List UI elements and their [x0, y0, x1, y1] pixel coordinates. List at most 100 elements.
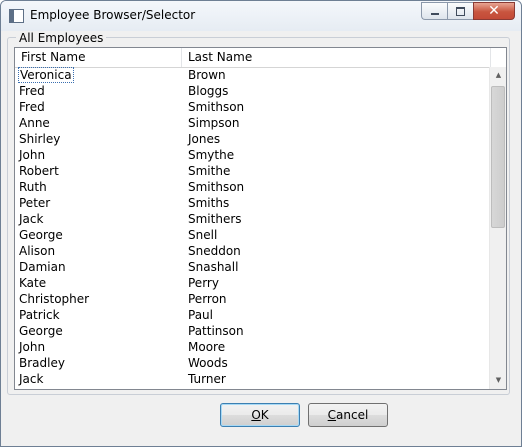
table-row[interactable]: Peter Smiths — [15, 195, 491, 211]
cell-first-name: Peter — [15, 195, 182, 211]
first-name-text: Alison — [19, 244, 56, 258]
cell-first-name: Kate — [15, 275, 182, 291]
cell-last-name: Bloggs — [188, 84, 229, 98]
first-name-text: Anne — [19, 116, 50, 130]
first-name-text: Damian — [19, 260, 66, 274]
table-row[interactable]: Jack Smithers — [15, 211, 491, 227]
table-row[interactable]: George Snell — [15, 227, 491, 243]
table-row[interactable]: George Pattinson — [15, 323, 491, 339]
cell-last-name: Brown — [188, 68, 226, 82]
minimize-button[interactable] — [421, 2, 447, 20]
list-header: First Name Last Name — [15, 48, 506, 68]
first-name-text: George — [19, 228, 63, 242]
table-row[interactable]: John Moore — [15, 339, 491, 355]
minimize-icon — [431, 13, 439, 15]
cell-first-name: Patrick — [15, 307, 182, 323]
cell-last-name: Jones — [188, 132, 221, 146]
table-row[interactable]: Alison Sneddon — [15, 243, 491, 259]
ok-button-mnemonic: O — [251, 408, 261, 422]
cell-first-name: Fred — [15, 99, 182, 115]
title-bar[interactable]: Employee Browser/Selector ✕ — [1, 1, 521, 31]
table-row[interactable]: Fred Bloggs — [15, 83, 491, 99]
vertical-scrollbar[interactable]: ▲ ▼ — [489, 67, 506, 389]
table-row[interactable]: Fred Smithson — [15, 99, 491, 115]
employee-list[interactable]: First Name Last Name Veronica Brown Fred Bl… — [14, 47, 507, 390]
cell-first-name: Jack — [15, 211, 182, 227]
first-name-text: Shirley — [19, 132, 61, 146]
column-header-last-name[interactable]: Last Name — [182, 48, 491, 67]
close-icon: ✕ — [488, 3, 500, 19]
ok-button-rest: K — [260, 408, 269, 422]
cell-last-name: Moore — [188, 340, 226, 354]
cell-last-name: Snashall — [188, 260, 239, 274]
cell-first-name: Fred — [15, 83, 182, 99]
first-name-text: Veronica — [18, 67, 74, 83]
first-name-text: Robert — [19, 164, 59, 178]
cell-first-name: John — [15, 339, 182, 355]
cell-first-name: Shirley — [15, 131, 182, 147]
table-row[interactable]: Ruth Smithson — [15, 179, 491, 195]
cell-last-name: Turner — [188, 372, 226, 386]
maximize-icon — [456, 7, 465, 16]
first-name-text: Patrick — [19, 308, 60, 322]
cell-first-name: George — [15, 323, 182, 339]
cell-first-name: Anne — [15, 115, 182, 131]
first-name-text: Christopher — [19, 292, 90, 306]
column-header-first-name[interactable]: First Name — [15, 48, 182, 67]
first-name-text: John — [19, 148, 46, 162]
table-row[interactable]: Veronica Brown — [15, 67, 491, 83]
first-name-text: Fred — [19, 100, 45, 114]
window-icon[interactable] — [9, 9, 24, 23]
cell-last-name: Perry — [188, 276, 219, 290]
cell-first-name: Robert — [15, 163, 182, 179]
table-row[interactable]: Kate Perry — [15, 275, 491, 291]
table-row[interactable]: Christopher Perron — [15, 291, 491, 307]
cell-first-name: John — [15, 147, 182, 163]
first-name-text: George — [19, 324, 63, 338]
column-header-filler — [491, 48, 506, 67]
table-row[interactable]: Patrick Paul — [15, 307, 491, 323]
cell-last-name: Paul — [188, 308, 213, 322]
cell-last-name: Smithson — [188, 180, 245, 194]
cell-first-name: Veronica — [15, 67, 182, 83]
scroll-down-icon[interactable]: ▼ — [490, 372, 506, 389]
cell-first-name: Ruth — [15, 179, 182, 195]
first-name-text: Fred — [19, 84, 45, 98]
table-row[interactable]: John Smythe — [15, 147, 491, 163]
cell-first-name: Alison — [15, 243, 182, 259]
table-row[interactable]: Jack Turner — [15, 371, 491, 387]
cancel-button[interactable]: Cancel — [308, 403, 388, 427]
scrollbar-thumb[interactable] — [491, 86, 505, 228]
maximize-button[interactable] — [447, 2, 473, 20]
table-row[interactable]: Damian Snashall — [15, 259, 491, 275]
cell-last-name: Sneddon — [188, 244, 241, 258]
first-name-text: John — [19, 340, 46, 354]
cell-first-name: Christopher — [15, 291, 182, 307]
table-row[interactable]: Anne Simpson — [15, 115, 491, 131]
cancel-button-mnemonic: C — [327, 408, 337, 422]
cell-last-name: Smythe — [188, 148, 235, 162]
window-title: Employee Browser/Selector — [30, 8, 196, 22]
list-rows: Veronica Brown Fred Bloggs Fred Smithson Anne S… — [15, 67, 491, 387]
first-name-text: Kate — [19, 276, 47, 290]
first-name-text: Peter — [19, 196, 51, 210]
scroll-up-icon[interactable]: ▲ — [490, 67, 506, 84]
cell-last-name: Simpson — [188, 116, 240, 130]
cell-first-name: Bradley — [15, 355, 182, 371]
cell-last-name: Smithers — [188, 212, 242, 226]
close-button[interactable]: ✕ — [473, 2, 515, 20]
cell-first-name: Damian — [15, 259, 182, 275]
table-row[interactable]: Robert Smithe — [15, 163, 491, 179]
cell-first-name: Jack — [15, 371, 182, 387]
first-name-text: Bradley — [19, 356, 65, 370]
cell-last-name: Smithson — [188, 100, 245, 114]
cell-last-name: Pattinson — [188, 324, 244, 338]
cell-last-name: Snell — [188, 228, 218, 242]
cell-last-name: Perron — [188, 292, 227, 306]
first-name-text: Jack — [19, 372, 44, 386]
table-row[interactable]: Bradley Woods — [15, 355, 491, 371]
table-row[interactable]: Shirley Jones — [15, 131, 491, 147]
first-name-text: Ruth — [19, 180, 47, 194]
cancel-button-rest: ancel — [336, 408, 369, 422]
ok-button[interactable]: OK — [220, 403, 300, 427]
